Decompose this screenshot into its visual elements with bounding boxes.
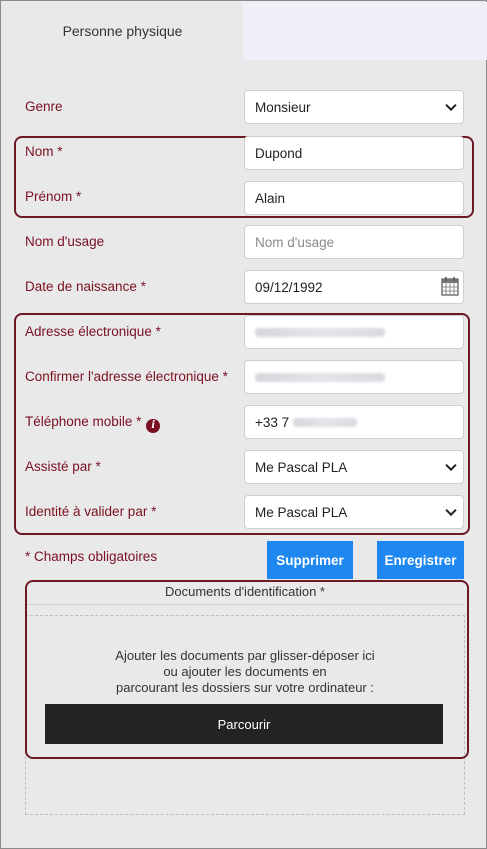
nom-label: Nom * <box>25 144 63 159</box>
email-confirm-label: Confirmer l'adresse électronique * <box>25 369 228 384</box>
dropzone-instructions: Ajouter les documents par glisser-dépose… <box>25 648 465 696</box>
nom-usage-placeholder: Nom d'usage <box>255 234 335 250</box>
nom-usage-input[interactable]: Nom d'usage <box>244 225 464 259</box>
nom-value: Dupond <box>255 145 303 161</box>
genre-value: Monsieur <box>255 99 311 115</box>
tab-other[interactable] <box>243 2 487 60</box>
delete-button[interactable]: Supprimer <box>267 541 353 579</box>
prenom-value: Alain <box>255 190 286 206</box>
genre-label: Genre <box>25 99 63 114</box>
form-panel: Personne physique Genre Monsieur Nom * D… <box>0 0 487 849</box>
dropzone-line-2: ou ajouter les documents en <box>163 664 327 679</box>
date-naissance-input[interactable]: 09/12/1992 <box>244 270 464 304</box>
email-confirm-redacted <box>255 372 385 382</box>
email-confirm-input[interactable] <box>244 360 464 394</box>
email-input[interactable] <box>244 315 464 349</box>
tab-personne-physique[interactable]: Personne physique <box>2 2 243 60</box>
telephone-input[interactable]: +33 7 <box>244 405 464 439</box>
date-naissance-label: Date de naissance * <box>25 279 146 294</box>
telephone-label-row: Téléphone mobile * i <box>25 414 161 433</box>
genre-select[interactable]: Monsieur <box>244 90 464 124</box>
browse-button[interactable]: Parcourir <box>45 704 443 744</box>
calendar-icon[interactable] <box>441 276 459 296</box>
telephone-prefix: +33 7 <box>255 414 290 430</box>
email-redacted <box>255 327 385 337</box>
chevron-down-icon <box>445 99 457 112</box>
dropzone-line-3: parcourant les dossiers sur votre ordina… <box>116 680 374 695</box>
identite-valider-value: Me Pascal PLA <box>255 504 348 520</box>
save-button[interactable]: Enregistrer <box>377 541 464 579</box>
assiste-par-label: Assisté par * <box>25 459 101 474</box>
assiste-par-value: Me Pascal PLA <box>255 459 348 475</box>
identite-valider-select[interactable]: Me Pascal PLA <box>244 495 464 529</box>
telephone-redacted <box>293 417 358 427</box>
dropzone-line-1: Ajouter les documents par glisser-dépose… <box>115 648 375 663</box>
chevron-down-icon <box>445 459 457 472</box>
telephone-label: Téléphone mobile * <box>25 414 142 429</box>
nom-usage-label: Nom d'usage <box>25 234 105 249</box>
identite-valider-label: Identité à valider par * <box>25 504 157 519</box>
date-naissance-value: 09/12/1992 <box>255 279 323 295</box>
tab-label: Personne physique <box>62 23 183 39</box>
chevron-down-icon <box>445 504 457 517</box>
required-note: * Champs obligatoires <box>25 549 158 564</box>
assiste-par-select[interactable]: Me Pascal PLA <box>244 450 464 484</box>
email-label: Adresse électronique * <box>25 324 161 339</box>
nom-input[interactable]: Dupond <box>244 136 464 170</box>
info-icon[interactable]: i <box>146 418 161 433</box>
prenom-label: Prénom * <box>25 189 82 204</box>
prenom-input[interactable]: Alain <box>244 181 464 215</box>
